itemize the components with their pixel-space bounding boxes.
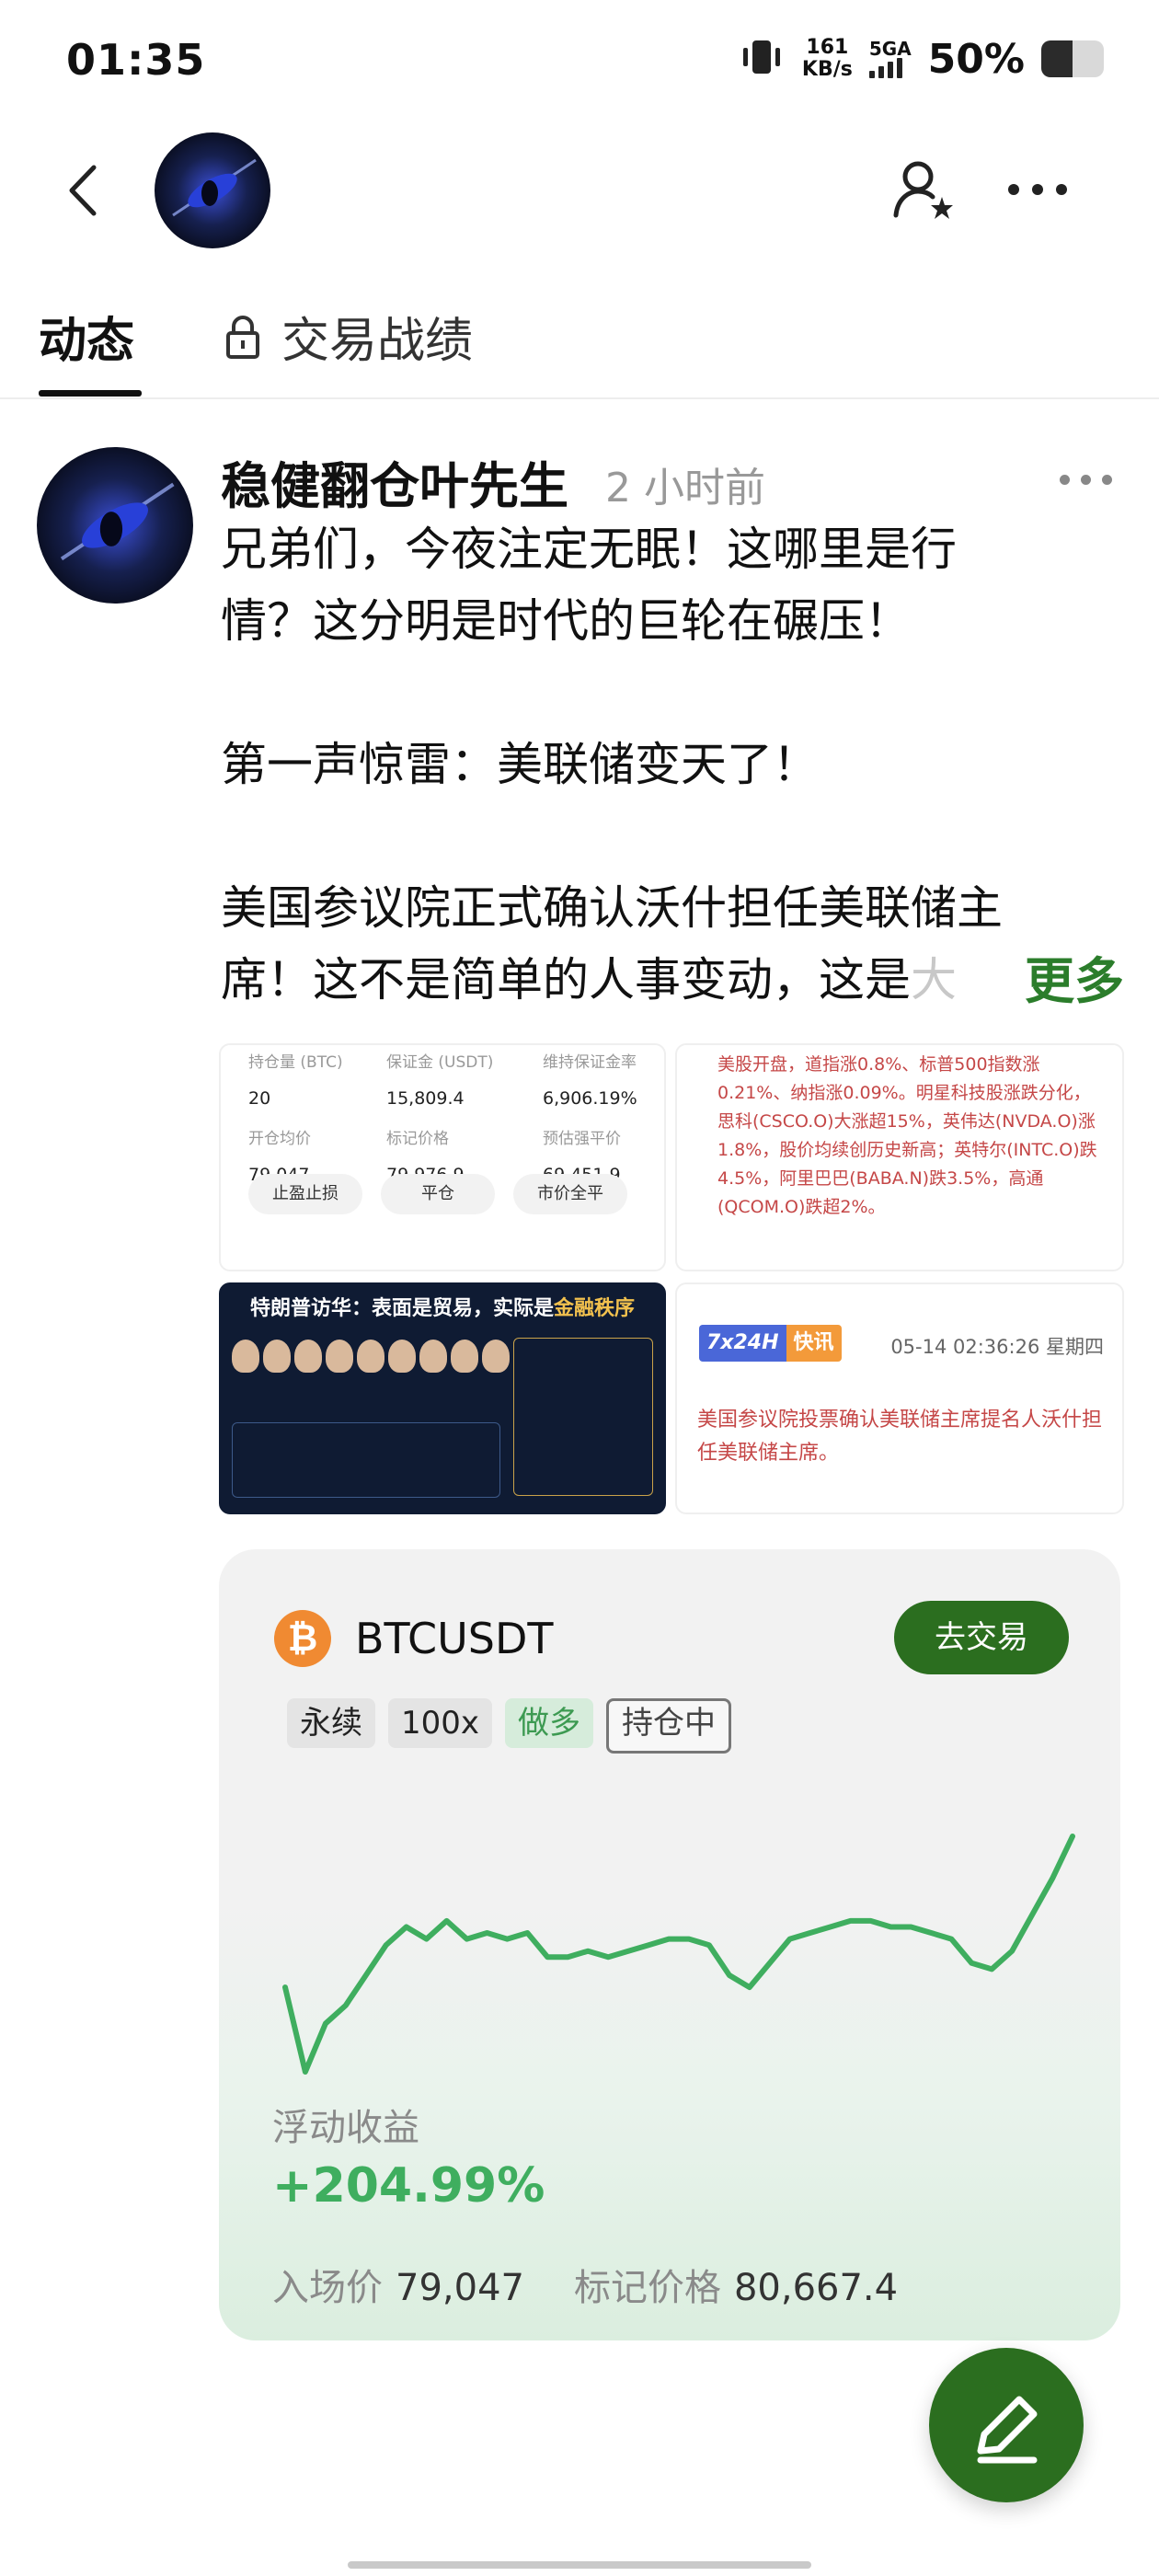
post-more-button[interactable] — [1060, 475, 1112, 485]
post-time: 2 小时前 — [605, 465, 765, 512]
market-news-text: 美股开盘，道指涨0.8%、标普500指数涨0.21%、纳指涨0.09%。明星科技… — [717, 1054, 1097, 1217]
tag-leverage: 100x — [388, 1698, 493, 1748]
post-body: 兄弟们，今夜注定无眠！这哪里是行 情？这分明是时代的巨轮在碾压！ 第一声惊雷：美… — [221, 513, 1122, 1016]
expand-more-link[interactable]: 更多 — [1021, 940, 1124, 1013]
flash-badge-b: 快讯 — [786, 1325, 842, 1362]
tag-perpetual: 永续 — [287, 1698, 375, 1748]
user-star-icon — [893, 161, 953, 219]
infographic-title: 特朗普访华：表面是贸易，实际是金融秩序 — [221, 1292, 664, 1321]
image-infographic[interactable]: 特朗普访华：表面是贸易，实际是金融秩序 — [219, 1282, 666, 1514]
post-line: 兄弟们，今夜注定无眠！这哪里是行 — [221, 523, 957, 576]
tab-trade-record[interactable]: 交易战绩 — [224, 302, 473, 371]
more-menu-button[interactable] — [1008, 171, 1082, 208]
infographic-panel — [513, 1338, 653, 1496]
follow-button[interactable] — [889, 155, 962, 228]
signal-icon: 5GA — [868, 38, 912, 78]
image-flash-news[interactable]: 7x24H 快讯 05-14 02:36:26 星期四 美国参议院投票确认美联储… — [675, 1282, 1124, 1514]
image-position-screenshot[interactable]: 持仓量 (BTC) 保证金 (USDT) 维持保证金率 20 15,809.4 … — [219, 1043, 666, 1271]
status-icons: 161 KB/s 5GA 50% — [738, 31, 1104, 86]
position-button: 市价全平 — [513, 1174, 627, 1214]
pnl-label: 浮动收益 — [272, 2107, 419, 2149]
chevron-left-icon — [69, 165, 97, 216]
tag-holding: 持仓中 — [606, 1698, 732, 1754]
network-type: 5GA — [868, 38, 912, 60]
post-line: 第一声惊雷：美联储变天了！ — [221, 738, 819, 791]
tab-active-indicator — [39, 390, 142, 397]
mark-value: 80,667.4 — [733, 2267, 899, 2309]
position-value: 15,809.4 — [386, 1088, 465, 1109]
position-label: 维持保证金率 — [543, 1053, 637, 1072]
post-line: 美国参议院正式确认沃什担任美联储主 — [221, 881, 1003, 935]
battery-percent: 50% — [927, 35, 1025, 83]
position-label: 预估强平价 — [543, 1130, 621, 1148]
status-time: 01:35 — [66, 35, 206, 85]
tab-feed[interactable]: 动态 — [39, 302, 134, 371]
net-speed: 161 KB/s — [802, 37, 853, 81]
lock-icon — [226, 315, 259, 359]
post-line-text: 席！这不是简单的人事变动，这是 — [221, 953, 911, 1006]
compose-button[interactable] — [929, 2348, 1084, 2502]
image-market-news[interactable]: 美股开盘，道指涨0.8%、标普500指数涨0.21%、纳指涨0.09%。明星科技… — [675, 1043, 1124, 1271]
position-value: 6,906.19% — [543, 1088, 637, 1109]
position-label: 持仓量 (BTC) — [248, 1053, 343, 1072]
home-indicator — [348, 2561, 811, 2569]
infographic-title-prefix: 特朗普访华：表面是贸易，实际是 — [249, 1297, 554, 1320]
tag-long: 做多 — [505, 1698, 594, 1748]
infographic-icons-row — [232, 1422, 500, 1498]
price-row: 入场价 79,047 标记价格 80,667.4 — [272, 2258, 935, 2311]
pencil-icon — [977, 2396, 1038, 2464]
profile-avatar[interactable] — [155, 132, 270, 248]
position-label: 保证金 (USDT) — [386, 1053, 494, 1072]
position-value: 20 — [248, 1088, 271, 1109]
tab-divider — [0, 397, 1159, 399]
net-speed-unit: KB/s — [801, 58, 853, 81]
pnl-value: +204.99% — [272, 2158, 545, 2214]
tab-trade-record-label: 交易战绩 — [281, 314, 474, 369]
entry-label: 入场价 — [272, 2267, 383, 2309]
back-button[interactable] — [59, 158, 114, 223]
position-button: 止盈止损 — [248, 1174, 362, 1214]
bitcoin-icon: ₿ — [274, 1610, 331, 1667]
position-button: 平仓 — [381, 1174, 495, 1214]
sparkline-series — [282, 1834, 1075, 2075]
flash-text: 美国参议院投票确认美联储主席提名人沃什担任美联储主席。 — [697, 1409, 1103, 1465]
trade-symbol: BTCUSDT — [355, 1614, 554, 1663]
flash-badge: 7x24H 快讯 — [699, 1325, 842, 1362]
post-line-last: 席！这不是简单的人事变动，这是大 — [221, 944, 1122, 1016]
trade-tags: 永续 100x 做多 持仓中 — [287, 1698, 732, 1754]
entry-value: 79,047 — [396, 2267, 524, 2309]
position-label: 开仓均价 — [248, 1130, 311, 1148]
flash-badge-a: 7x24H — [699, 1325, 786, 1362]
infographic-title-highlight: 金融秩序 — [554, 1297, 636, 1320]
go-trade-button[interactable]: 去交易 — [894, 1601, 1069, 1674]
position-label: 标记价格 — [386, 1130, 449, 1148]
author-name[interactable]: 稳健翻仓叶先生 — [221, 445, 568, 518]
author-avatar[interactable] — [37, 447, 193, 604]
mark-label: 标记价格 — [573, 2267, 721, 2309]
post-line-faded: 大 — [911, 953, 957, 1006]
price-sparkline — [282, 1834, 1075, 2075]
infographic-portraits — [232, 1340, 510, 1373]
vibrate-icon — [738, 37, 786, 81]
trade-card[interactable]: ₿ BTCUSDT 去交易 永续 100x 做多 持仓中 浮动收益 +204.9… — [219, 1549, 1120, 2340]
battery-icon — [1041, 40, 1104, 77]
post-line: 情？这分明是时代的巨轮在碾压！ — [221, 594, 911, 648]
net-speed-value: 161 — [806, 36, 849, 59]
flash-date: 05-14 02:36:26 星期四 — [890, 1336, 1104, 1358]
